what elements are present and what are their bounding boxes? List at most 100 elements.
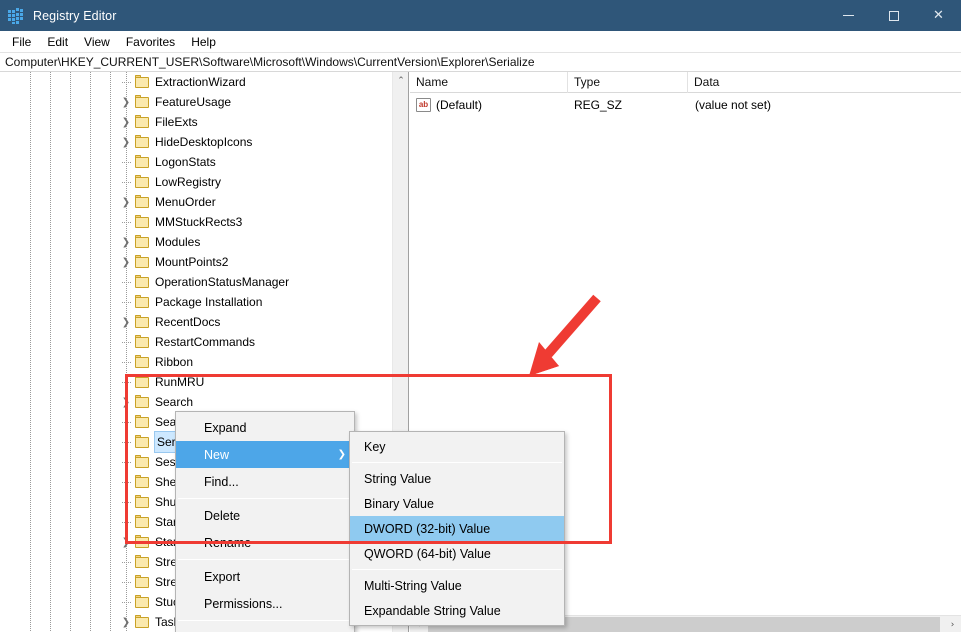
- context-menu-item-new[interactable]: New ❯: [176, 441, 354, 468]
- new-submenu-item-label: DWORD (32-bit) Value: [364, 521, 491, 536]
- context-menu-item-delete[interactable]: Delete: [176, 502, 354, 529]
- column-header-type[interactable]: Type: [568, 72, 688, 93]
- menu-favorites[interactable]: Favorites: [118, 33, 183, 51]
- tree-item-featureusage[interactable]: ❯ FeatureUsage: [0, 92, 393, 112]
- new-submenu-item-expandable-string-value[interactable]: Expandable String Value: [350, 598, 564, 623]
- tree-item-menuorder[interactable]: ❯ MenuOrder: [0, 192, 393, 212]
- minimize-button[interactable]: [826, 0, 871, 31]
- tree-connector-icon: [118, 332, 134, 352]
- string-value-icon: ab: [416, 98, 431, 112]
- context-menu-item-find[interactable]: Find...: [176, 468, 354, 495]
- tree-item-mmstuckrects3[interactable]: MMStuckRects3: [0, 212, 393, 232]
- tree-item-recentdocs[interactable]: ❯ RecentDocs: [0, 312, 393, 332]
- tree-connector-icon: [118, 492, 134, 512]
- chevron-right-icon[interactable]: ❯: [118, 92, 134, 112]
- context-menu-item-label: Expand: [204, 420, 247, 435]
- tree-connector-icon: [118, 72, 134, 92]
- context-menu-item-export[interactable]: Export: [176, 563, 354, 590]
- menu-separator: [352, 569, 562, 570]
- tree-item-hidedesktopicons[interactable]: ❯ HideDesktopIcons: [0, 132, 393, 152]
- tree-connector-icon: [118, 512, 134, 532]
- tree-item-label: RestartCommands: [155, 335, 256, 349]
- window-controls: ✕: [826, 0, 961, 31]
- tree-item-extractionwizard[interactable]: ExtractionWizard: [0, 72, 393, 92]
- new-submenu-item-multi-string-value[interactable]: Multi-String Value: [350, 573, 564, 598]
- context-menu-item-label: Permissions...: [204, 596, 283, 611]
- tree-item-label: Package Installation: [155, 295, 263, 309]
- folder-icon: [135, 435, 151, 449]
- tree-item-logonstats[interactable]: LogonStats: [0, 152, 393, 172]
- tree-item-label: HideDesktopIcons: [155, 135, 253, 149]
- chevron-right-icon[interactable]: ❯: [118, 232, 134, 252]
- context-menu-item-permissions[interactable]: Permissions...: [176, 590, 354, 617]
- registry-icon: [8, 7, 24, 24]
- tree-connector-icon: [118, 152, 134, 172]
- menu-help[interactable]: Help: [183, 33, 224, 51]
- context-menu[interactable]: Expand New ❯ Find... Delete Rename Export Permi…: [175, 411, 355, 632]
- context-menu-item-copy-key-name[interactable]: Copy Key Name: [176, 624, 354, 632]
- new-submenu-item-qword-64-bit-value[interactable]: QWORD (64-bit) Value: [350, 541, 564, 566]
- chevron-right-icon[interactable]: ❯: [118, 532, 134, 552]
- folder-icon: [135, 335, 151, 349]
- menu-file[interactable]: File: [4, 33, 39, 51]
- new-submenu-item-key[interactable]: Key: [350, 434, 564, 459]
- cell-data: (value not set): [695, 98, 772, 112]
- chevron-right-icon[interactable]: ❯: [118, 312, 134, 332]
- tree-connector-icon: [118, 352, 134, 372]
- menu-view[interactable]: View: [76, 33, 118, 51]
- tree-connector-icon: [118, 572, 134, 592]
- address-bar[interactable]: Computer\HKEY_CURRENT_USER\Software\Micr…: [0, 52, 961, 72]
- window-title: Registry Editor: [33, 8, 117, 23]
- menu-edit[interactable]: Edit: [39, 33, 76, 51]
- tree-item-mountpoints2[interactable]: ❯ MountPoints2: [0, 252, 393, 272]
- folder-icon: [135, 395, 151, 409]
- tree-item-ribbon[interactable]: Ribbon: [0, 352, 393, 372]
- new-submenu[interactable]: Key String Value Binary Value DWORD (32-bit…: [349, 431, 565, 626]
- tree-item-search[interactable]: ❯ Search: [0, 392, 393, 412]
- chevron-right-icon[interactable]: ❯: [118, 392, 134, 412]
- new-submenu-item-string-value[interactable]: String Value: [350, 466, 564, 491]
- tree-connector-icon: [118, 172, 134, 192]
- tree-item-modules[interactable]: ❯ Modules: [0, 232, 393, 252]
- menu-separator: [178, 498, 352, 499]
- new-submenu-item-binary-value[interactable]: Binary Value: [350, 491, 564, 516]
- scroll-up-icon[interactable]: ⌃: [393, 72, 408, 89]
- tree-connector-icon: [118, 452, 134, 472]
- chevron-right-icon[interactable]: ❯: [118, 612, 134, 632]
- tree-item-lowregistry[interactable]: LowRegistry: [0, 172, 393, 192]
- tree-item-label: MountPoints2: [155, 255, 229, 269]
- context-menu-item-expand[interactable]: Expand: [176, 414, 354, 441]
- folder-icon: [135, 355, 151, 369]
- context-menu-item-label: Export: [204, 569, 241, 584]
- folder-icon: [135, 555, 151, 569]
- folder-icon: [135, 455, 151, 469]
- tree-item-label: Search: [155, 395, 194, 409]
- tree-item-fileexts[interactable]: ❯ FileExts: [0, 112, 393, 132]
- tree-item-restartcommands[interactable]: RestartCommands: [0, 332, 393, 352]
- tree-item-package-installation[interactable]: Package Installation: [0, 292, 393, 312]
- maximize-button[interactable]: [871, 0, 916, 31]
- tree-item-runmru[interactable]: RunMRU: [0, 372, 393, 392]
- tree-item-label: OperationStatusManager: [155, 275, 290, 289]
- folder-icon: [135, 195, 151, 209]
- folder-icon: [135, 495, 151, 509]
- column-header-data[interactable]: Data: [688, 72, 961, 93]
- menu-separator: [178, 559, 352, 560]
- tree-connector-icon: [118, 552, 134, 572]
- chevron-right-icon[interactable]: ❯: [118, 252, 134, 272]
- close-button[interactable]: ✕: [916, 0, 961, 31]
- chevron-right-icon[interactable]: ❯: [118, 112, 134, 132]
- chevron-right-icon[interactable]: ❯: [118, 192, 134, 212]
- tree-item-operationstatusmanager[interactable]: OperationStatusManager: [0, 272, 393, 292]
- folder-icon: [135, 135, 151, 149]
- folder-icon: [135, 215, 151, 229]
- column-header-name[interactable]: Name: [410, 72, 568, 93]
- new-submenu-item-label: Multi-String Value: [364, 578, 462, 593]
- table-row[interactable]: ab (Default) REG_SZ (value not set): [410, 95, 961, 115]
- context-menu-item-rename[interactable]: Rename: [176, 529, 354, 556]
- folder-icon: [135, 615, 151, 629]
- scroll-right-icon[interactable]: ›: [944, 616, 961, 632]
- chevron-right-icon[interactable]: ❯: [118, 132, 134, 152]
- new-submenu-item-dword-32-bit-value[interactable]: DWORD (32-bit) Value: [350, 516, 564, 541]
- folder-icon: [135, 115, 151, 129]
